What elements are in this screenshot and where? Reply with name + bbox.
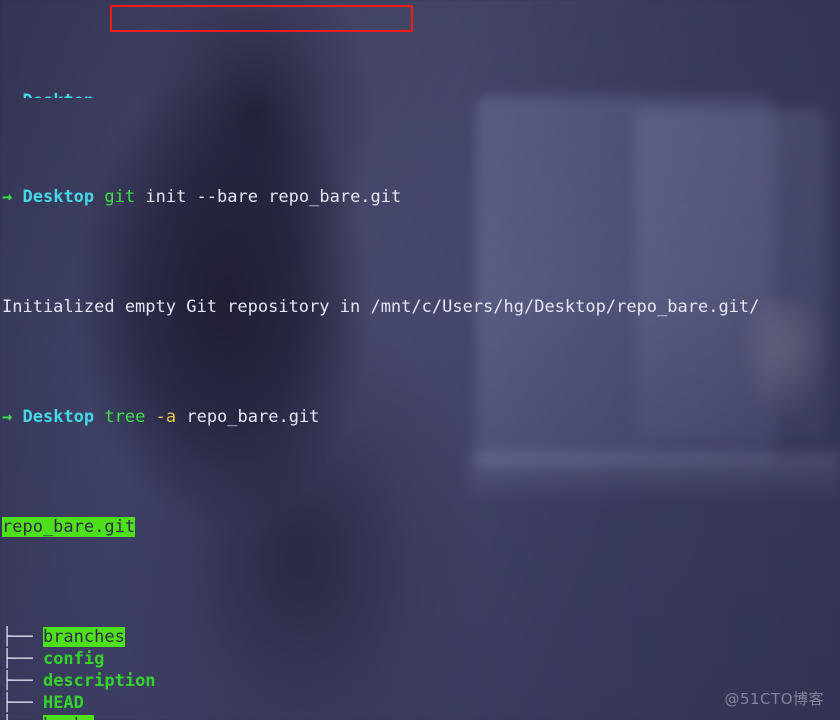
tree-entry-row: ├── config xyxy=(0,648,840,670)
tree-root-label: repo_bare.git xyxy=(2,517,136,537)
git-init-output-text: Initialized empty Git repository in /mnt… xyxy=(2,297,760,317)
tree-file-label: config xyxy=(42,649,105,669)
tree-file-label: description xyxy=(42,671,156,691)
tree-file-label: HEAD xyxy=(42,693,84,713)
prompt-arrow-icon: → xyxy=(2,407,13,427)
tree-entry-row: ├── hooks xyxy=(0,714,840,720)
prompt-cwd-label: Desktop xyxy=(22,407,95,427)
prompt-line-tree: → Desktop tree -a repo_bare.git xyxy=(0,406,840,428)
tree-branch-glyph-icon: ├── xyxy=(2,671,43,691)
command-name-git: git xyxy=(104,187,136,207)
terminal-window[interactable]: → Desktop → Desktop git init --bare repo… xyxy=(0,0,840,720)
prompt-line-git-init: → Desktop git init --bare repo_bare.git xyxy=(0,186,840,208)
prompt-cwd-label: Desktop xyxy=(23,91,95,98)
watermark-label: @51CTO博客 xyxy=(724,690,824,708)
tree-branch-glyph-icon: ├── xyxy=(2,693,43,713)
tree-directory-label: branches xyxy=(42,627,125,647)
command-args-git-init: init --bare repo_bare.git xyxy=(145,187,402,207)
tree-entry-list: ├── branches ├── config ├── description ├──… xyxy=(0,626,840,720)
tree-directory-label: hooks xyxy=(42,715,95,720)
output-line-initialized: Initialized empty Git repository in /mnt… xyxy=(0,296,840,318)
tree-root-line: repo_bare.git xyxy=(0,516,840,538)
terminal-screen[interactable]: → Desktop → Desktop git init --bare repo… xyxy=(0,0,840,720)
tree-entry-row: ├── HEAD xyxy=(0,692,840,714)
tree-entry-row: ├── branches xyxy=(0,626,840,648)
prompt-arrow-icon: → xyxy=(2,187,13,207)
tree-branch-glyph-icon: ├── xyxy=(2,715,43,720)
prompt-cwd-label: Desktop xyxy=(22,187,95,207)
command-target-repo: repo_bare.git xyxy=(186,407,320,427)
prompt-arrow-icon: → xyxy=(2,91,12,98)
tree-branch-glyph-icon: ├── xyxy=(2,627,43,647)
scrollback-line-clipped: → Desktop xyxy=(0,90,840,98)
command-name-tree: tree xyxy=(104,407,146,427)
tree-entry-row: ├── description xyxy=(0,670,840,692)
tree-branch-glyph-icon: ├── xyxy=(2,649,43,669)
command-flag-all: -a xyxy=(155,407,177,427)
